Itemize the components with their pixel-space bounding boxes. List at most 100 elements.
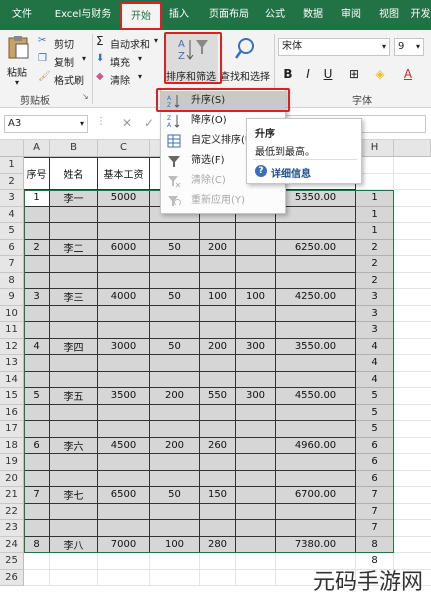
cell-f[interactable]	[236, 421, 276, 438]
cell-f[interactable]	[236, 470, 276, 487]
cell-total[interactable]	[276, 322, 356, 339]
select-all-corner[interactable]	[0, 140, 24, 157]
tab-developer[interactable]: 开发	[410, 0, 431, 30]
cell-h[interactable]: 1	[356, 206, 394, 223]
cell-name[interactable]	[50, 371, 98, 388]
row-header-18[interactable]: 18	[0, 437, 24, 454]
clear-button[interactable]: ◆ 清除 ▾	[96, 70, 160, 87]
cell-i[interactable]	[394, 355, 431, 372]
row-header-25[interactable]: 25	[0, 553, 24, 570]
cell-empty[interactable]	[50, 569, 98, 586]
row-header-3[interactable]: 3	[0, 190, 24, 207]
cell-f[interactable]	[236, 404, 276, 421]
cell-no[interactable]	[24, 454, 50, 471]
cell-salary[interactable]	[98, 355, 150, 372]
cell-i[interactable]	[394, 157, 431, 174]
cell-name[interactable]: 李一	[50, 190, 98, 207]
cell-h[interactable]: 8	[356, 536, 394, 553]
italic-button[interactable]: I	[300, 66, 316, 82]
cell-no[interactable]	[24, 421, 50, 438]
cell-h[interactable]: 6	[356, 470, 394, 487]
copy-button[interactable]: ❐ 复制 ▾	[38, 52, 94, 69]
cell-total[interactable]	[276, 272, 356, 289]
row-header-10[interactable]: 10	[0, 305, 24, 322]
row-header-15[interactable]: 15	[0, 388, 24, 405]
cell-h[interactable]: 1	[356, 190, 394, 207]
format-painter-button[interactable]: 🖌 格式刷	[38, 70, 94, 87]
cell-salary[interactable]	[98, 305, 150, 322]
row-header-23[interactable]: 23	[0, 520, 24, 537]
cell-h[interactable]: 4	[356, 338, 394, 355]
cell-e[interactable]	[200, 371, 236, 388]
cell-f[interactable]	[236, 437, 276, 454]
cell-empty[interactable]	[50, 553, 98, 570]
paste-button[interactable]: 粘贴 ▾	[4, 34, 34, 88]
cell-name[interactable]	[50, 305, 98, 322]
cell-h[interactable]: 2	[356, 272, 394, 289]
column-header-b[interactable]: B	[50, 140, 98, 157]
cell-no[interactable]	[24, 503, 50, 520]
cell-f[interactable]	[236, 256, 276, 273]
cell-i[interactable]	[394, 470, 431, 487]
cell-no[interactable]	[24, 404, 50, 421]
cell-total[interactable]: 6700.00	[276, 487, 356, 504]
row-header-24[interactable]: 24	[0, 536, 24, 553]
cell-d[interactable]: 50	[150, 289, 200, 306]
cell-h[interactable]: 7	[356, 503, 394, 520]
cell-h[interactable]: 1	[356, 223, 394, 240]
cell-e[interactable]	[200, 404, 236, 421]
cell-i[interactable]	[394, 338, 431, 355]
cell-total[interactable]	[276, 223, 356, 240]
row-header-14[interactable]: 14	[0, 371, 24, 388]
row-header-21[interactable]: 21	[0, 487, 24, 504]
tab-page-layout[interactable]: 页面布局	[204, 0, 254, 30]
cell-no[interactable]	[24, 322, 50, 339]
cell-h[interactable]: 3	[356, 305, 394, 322]
row-header-12[interactable]: 12	[0, 338, 24, 355]
cell-h[interactable]: 5	[356, 421, 394, 438]
cell-e[interactable]: 200	[200, 239, 236, 256]
cell-salary[interactable]	[98, 223, 150, 240]
cell-salary[interactable]	[98, 404, 150, 421]
cell-name[interactable]	[50, 503, 98, 520]
cell-name[interactable]	[50, 223, 98, 240]
cell-h[interactable]: 3	[356, 322, 394, 339]
cell-f[interactable]: 300	[236, 388, 276, 405]
cell-e[interactable]	[200, 421, 236, 438]
cell-no[interactable]	[24, 371, 50, 388]
cell-empty[interactable]	[98, 569, 150, 586]
cell-salary[interactable]	[98, 470, 150, 487]
row-header-22[interactable]: 22	[0, 503, 24, 520]
row-header-26[interactable]: 26	[0, 569, 24, 586]
cell-salary[interactable]: 4500	[98, 437, 150, 454]
cell-total[interactable]	[276, 503, 356, 520]
cell-empty[interactable]	[150, 569, 200, 586]
cell-h[interactable]: 2	[356, 239, 394, 256]
cell-total[interactable]	[276, 355, 356, 372]
cell-d[interactable]	[150, 404, 200, 421]
cell-d[interactable]: 100	[150, 536, 200, 553]
cell-no[interactable]	[24, 305, 50, 322]
cell-e[interactable]: 550	[200, 388, 236, 405]
column-header-c[interactable]: C	[98, 140, 150, 157]
cell-e[interactable]: 150	[200, 487, 236, 504]
cell-total[interactable]: 4250.00	[276, 289, 356, 306]
cell-d[interactable]	[150, 322, 200, 339]
cell-f[interactable]	[236, 371, 276, 388]
cell-empty[interactable]	[24, 553, 50, 570]
cell-f[interactable]	[236, 223, 276, 240]
cell-name[interactable]	[50, 421, 98, 438]
cell-e[interactable]	[200, 256, 236, 273]
cell-f[interactable]	[236, 487, 276, 504]
cell-d[interactable]	[150, 454, 200, 471]
cell-empty[interactable]	[236, 553, 276, 570]
cell-d[interactable]: 200	[150, 437, 200, 454]
cell-total[interactable]	[276, 470, 356, 487]
cell-name[interactable]	[50, 470, 98, 487]
cell-e[interactable]	[200, 520, 236, 537]
cell-no[interactable]: 6	[24, 437, 50, 454]
row-header-19[interactable]: 19	[0, 454, 24, 471]
cell-i[interactable]	[394, 272, 431, 289]
cell-name[interactable]: 李二	[50, 239, 98, 256]
row-header-20[interactable]: 20	[0, 470, 24, 487]
